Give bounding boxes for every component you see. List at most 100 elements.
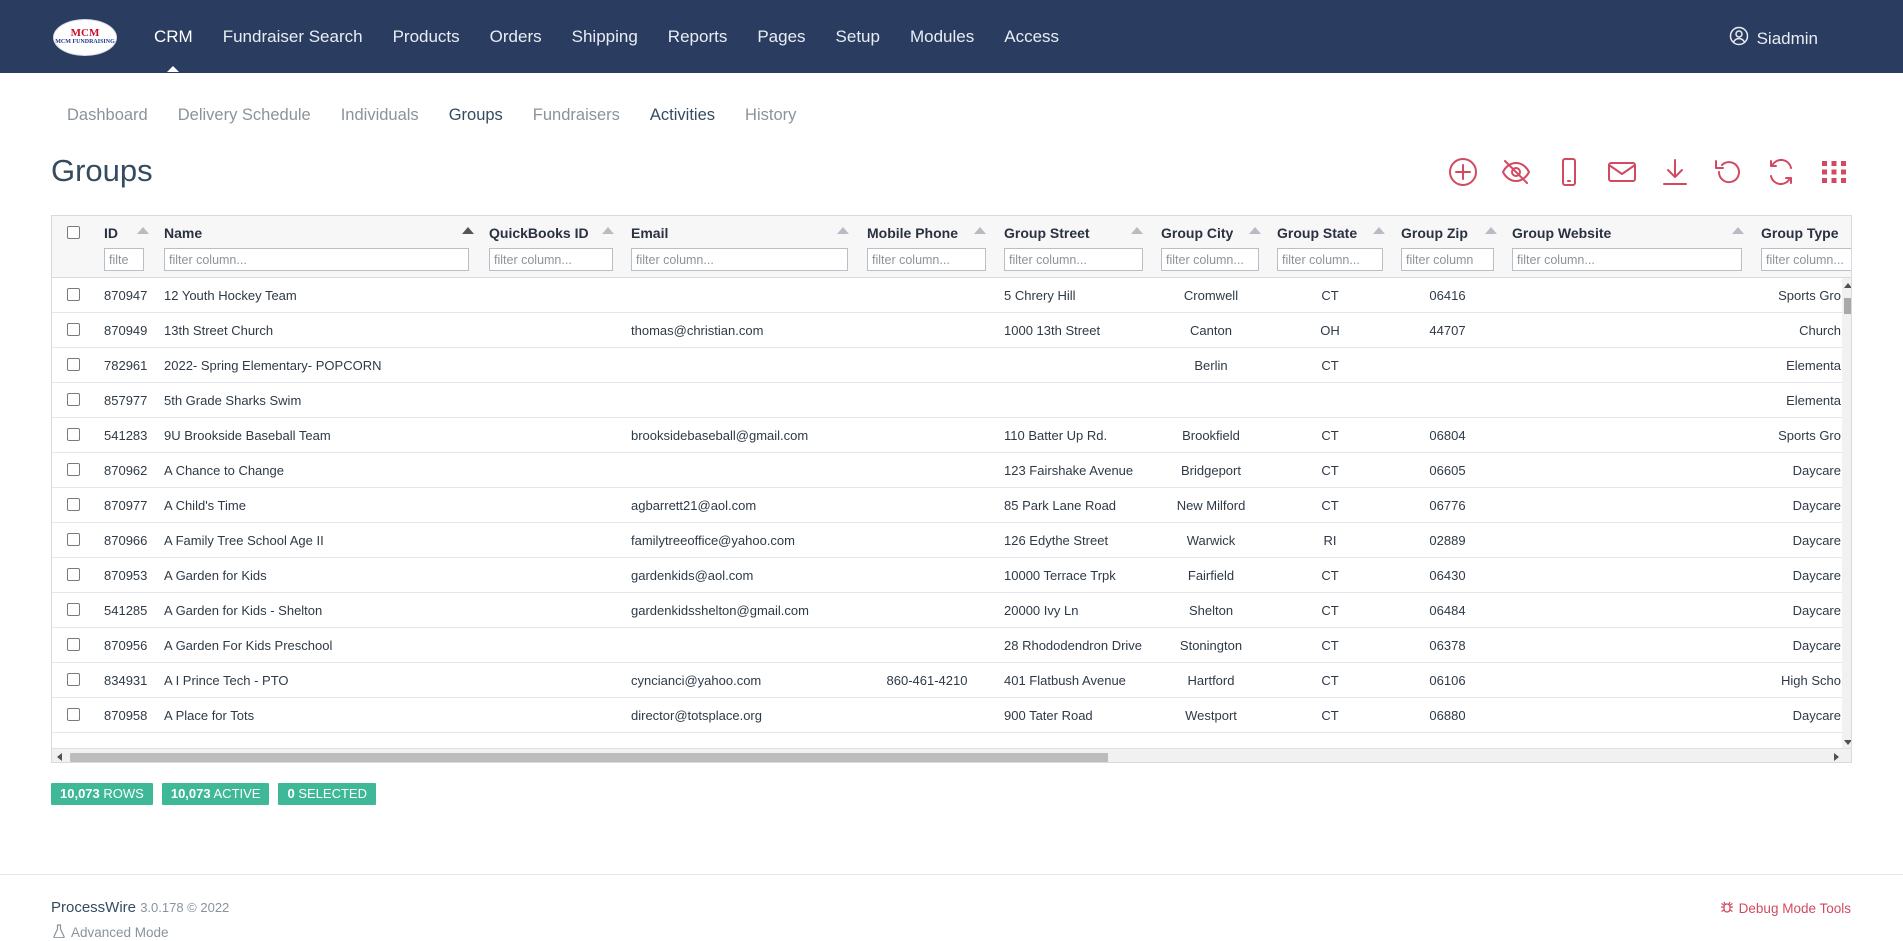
horizontal-scrollbar[interactable] [52,748,1851,762]
row-checkbox[interactable] [67,708,80,721]
subnav-item-groups[interactable]: Groups [449,106,503,125]
cell-group-city: Fairfield [1187,568,1235,583]
filter-input-name[interactable] [164,248,469,271]
row-checkbox[interactable] [67,673,80,686]
table-row[interactable]: 541283 9U Brookside Baseball Team brooksid… [52,418,1842,453]
nav-item-fundraiser-search[interactable]: Fundraiser Search [223,27,363,47]
subnav-item-dashboard[interactable]: Dashboard [67,106,148,125]
column-header-group-zip[interactable]: Group Zip [1401,225,1497,241]
column-header-group-state[interactable]: Group State [1277,225,1385,241]
filter-input-group-zip[interactable] [1401,248,1494,271]
table-row[interactable]: 541285 A Garden for Kids - Shelton gardenk… [52,593,1842,628]
table-row[interactable]: 782961 2022- Spring Elementary- POPCORN Be… [52,348,1842,383]
row-checkbox[interactable] [67,358,80,371]
sort-icon[interactable] [1732,227,1744,234]
filter-input-id[interactable] [104,248,144,271]
scroll-down-icon[interactable] [1844,740,1851,745]
select-all-checkbox[interactable] [67,226,80,239]
row-checkbox[interactable] [67,323,80,336]
filter-input-mobile-phone[interactable] [867,248,986,271]
email-icon[interactable] [1606,155,1638,189]
row-checkbox[interactable] [67,288,80,301]
scroll-left-icon[interactable] [57,753,62,761]
table-row[interactable]: 870953 A Garden for Kids gardenkids@aol.co… [52,558,1842,593]
filter-input-group-website[interactable] [1512,248,1742,271]
vertical-scrollbar[interactable] [1842,278,1851,748]
filter-input-group-type[interactable] [1761,248,1851,271]
nav-item-orders[interactable]: Orders [490,27,542,47]
row-checkbox[interactable] [67,393,80,406]
nav-item-shipping[interactable]: Shipping [572,27,638,47]
row-checkbox[interactable] [67,498,80,511]
column-header-group-street[interactable]: Group Street [1004,225,1143,241]
table-row[interactable]: 870962 A Chance to Change 123 Fairshake Av… [52,453,1842,488]
nav-item-setup[interactable]: Setup [836,27,880,47]
column-header-group-website[interactable]: Group Website [1512,225,1744,241]
subnav-item-activities[interactable]: Activities [650,106,715,125]
table-row[interactable]: 870958 A Place for Tots director@totsplace… [52,698,1842,733]
filter-input-group-city[interactable] [1161,248,1259,271]
sort-icon[interactable] [137,227,149,234]
sort-icon[interactable] [974,227,986,234]
filter-input-group-street[interactable] [1004,248,1143,271]
table-row[interactable]: 870947 12 Youth Hockey Team 5 Chrery Hill C… [52,278,1842,313]
row-checkbox[interactable] [67,428,80,441]
table-row[interactable]: 870977 A Child's Time agbarrett21@aol.com 8… [52,488,1842,523]
nav-item-pages[interactable]: Pages [757,27,805,47]
refresh-icon[interactable] [1765,155,1797,189]
table-row[interactable]: 870949 13th Street Church thomas@christian… [52,313,1842,348]
grid-icon[interactable] [1818,155,1850,189]
subnav-item-fundraisers[interactable]: Fundraisers [533,106,620,125]
row-checkbox[interactable] [67,568,80,581]
row-checkbox[interactable] [67,603,80,616]
advanced-mode[interactable]: Advanced Mode [53,924,169,941]
scroll-up-icon[interactable] [1844,283,1851,288]
table-row[interactable]: 857977 5th Grade Sharks Swim Elementa [52,383,1842,418]
nav-item-modules[interactable]: Modules [910,27,974,47]
scroll-thumb[interactable] [1844,298,1851,314]
column-header-quickbooks-id[interactable]: QuickBooks ID [489,225,614,241]
table-row[interactable]: 870956 A Garden For Kids Preschool 28 Rhod… [52,628,1842,663]
download-icon[interactable] [1659,155,1691,189]
subnav-item-history[interactable]: History [745,106,796,125]
debug-mode-tools-link[interactable]: Debug Mode Tools [1720,900,1851,917]
undo-icon[interactable] [1712,155,1744,189]
user-menu[interactable]: Siadmin [1729,26,1818,51]
flask-icon [53,924,65,941]
column-header-id[interactable]: ID [104,225,149,241]
sort-icon[interactable] [1249,227,1261,234]
cell-id: 870956 [104,638,148,653]
sort-icon[interactable] [1131,227,1143,234]
nav-item-reports[interactable]: Reports [668,27,728,47]
column-header-group-type[interactable]: Group Type [1761,225,1839,241]
column-header-mobile-phone[interactable]: Mobile Phone [867,225,986,241]
mobile-icon[interactable] [1553,155,1585,189]
sort-icon[interactable] [837,227,849,234]
sort-asc-icon[interactable] [462,227,474,234]
table-row[interactable]: 870966 A Family Tree School Age II familyt… [52,523,1842,558]
subnav-item-delivery-schedule[interactable]: Delivery Schedule [178,106,311,125]
column-header-name[interactable]: Name [164,225,474,241]
table-row[interactable]: 834931 A I Prince Tech - PTO cyncianci@yah… [52,663,1842,698]
nav-item-access[interactable]: Access [1004,27,1059,47]
add-icon[interactable] [1447,155,1479,189]
scroll-right-icon[interactable] [1834,753,1839,761]
sort-icon[interactable] [602,227,614,234]
column-header-email[interactable]: Email [631,225,849,241]
column-header-group-city[interactable]: Group City [1161,225,1261,241]
sort-icon[interactable] [1373,227,1385,234]
filter-input-group-state[interactable] [1277,248,1383,271]
row-checkbox[interactable] [67,463,80,476]
row-checkbox[interactable] [67,533,80,546]
filter-input-quickbooks-id[interactable] [489,248,613,271]
filter-input-email[interactable] [631,248,848,271]
sort-icon[interactable] [1485,227,1497,234]
scroll-thumb[interactable] [70,753,1108,762]
hide-icon[interactable] [1500,155,1532,189]
row-checkbox[interactable] [67,638,80,651]
logo[interactable]: MCM MCM FUNDRAISING [53,19,117,56]
nav-item-crm[interactable]: CRM [154,27,193,72]
subnav-item-individuals[interactable]: Individuals [341,106,419,125]
nav-item-products[interactable]: Products [393,27,460,47]
cell-group-city: Shelton [1188,603,1234,618]
